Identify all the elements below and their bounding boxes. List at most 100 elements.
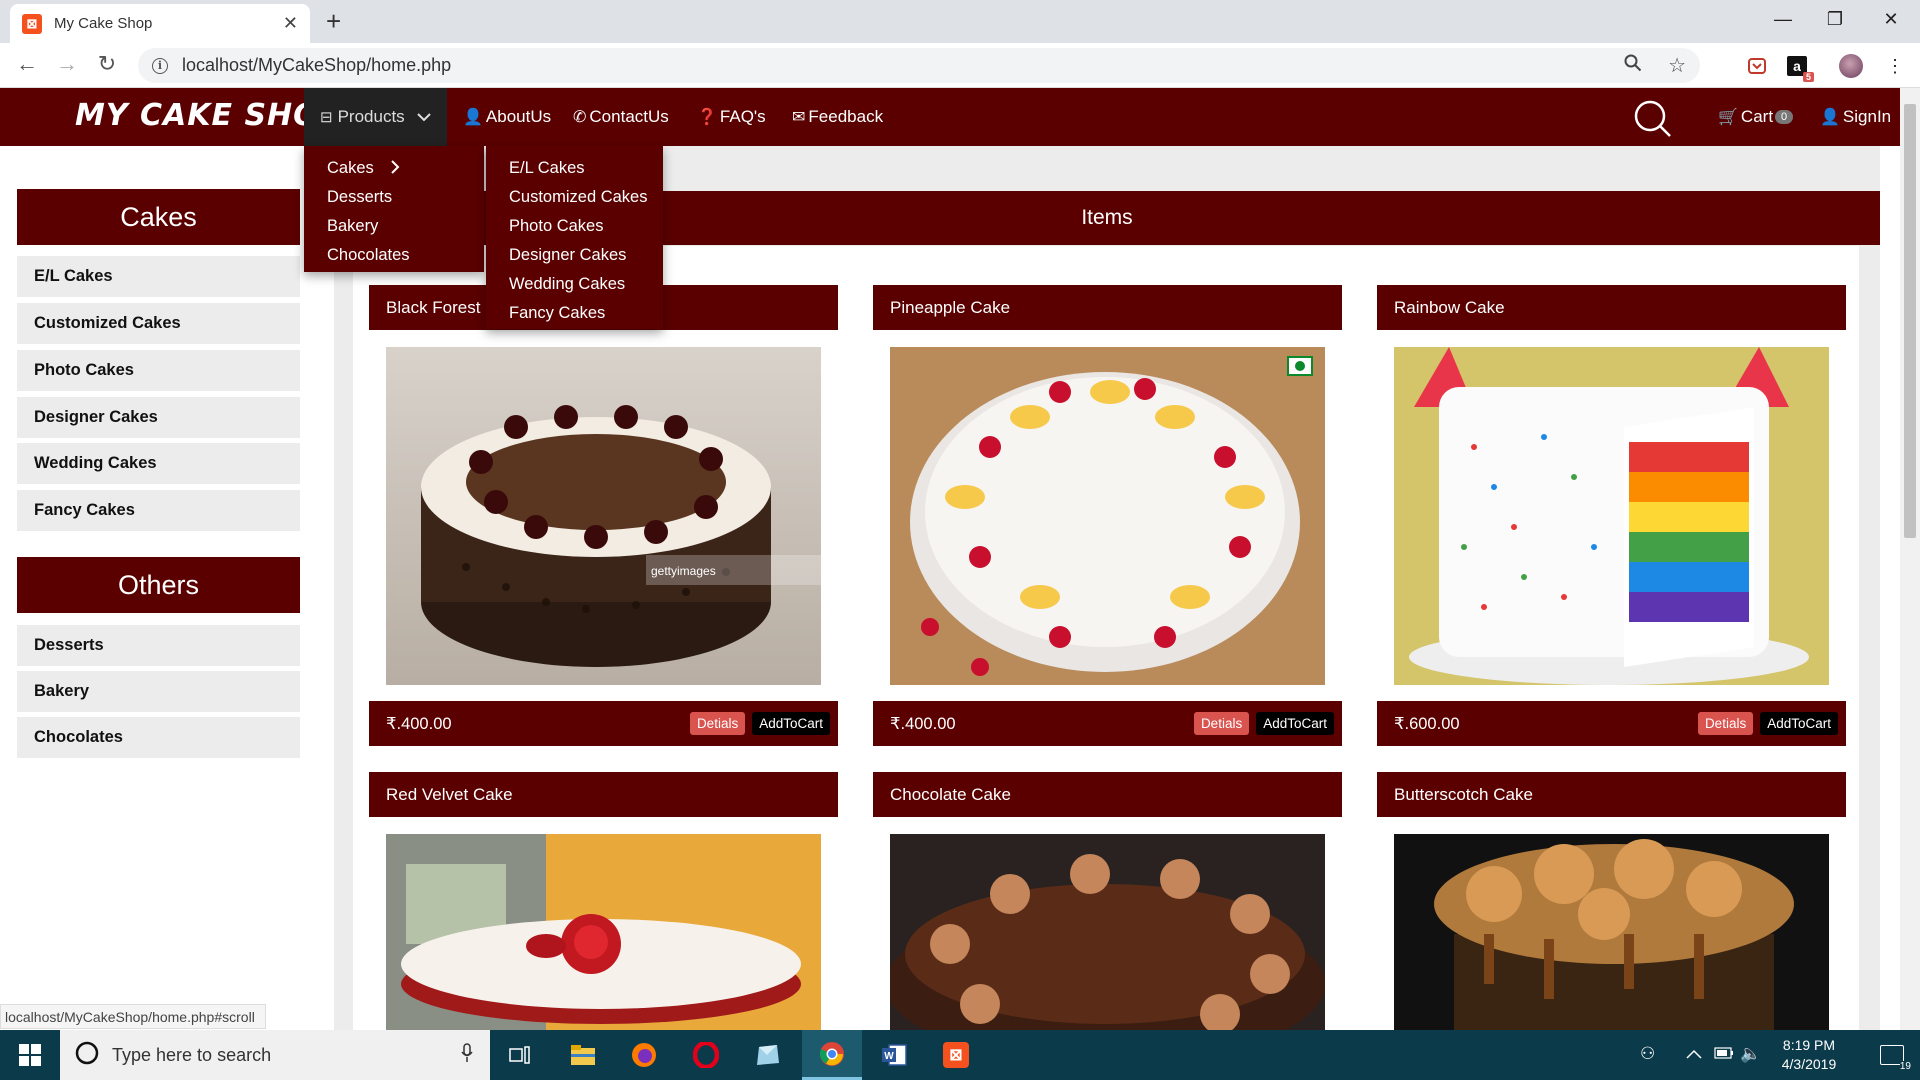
product-image-chocolate-cake[interactable]	[890, 834, 1325, 1030]
chevron-up-icon[interactable]	[1686, 1044, 1702, 1064]
app-icon[interactable]	[738, 1030, 798, 1080]
new-tab-icon[interactable]: +	[326, 6, 341, 37]
question-icon: ❓	[697, 109, 717, 126]
cortana-icon	[74, 1040, 100, 1071]
amazon-extension-icon[interactable]: a 5	[1784, 53, 1814, 82]
site-info-icon[interactable]: i	[152, 57, 168, 74]
sidebar-item-bakery[interactable]: Bakery	[17, 671, 300, 714]
battery-icon[interactable]	[1714, 1044, 1734, 1064]
sidebar-item-chocolates[interactable]: Chocolates	[17, 717, 300, 760]
nav-signin-link[interactable]: 👤 SignIn	[1820, 88, 1891, 146]
cakes-submenu: E/L Cakes Customized Cakes Photo Cakes D…	[486, 146, 663, 329]
task-view-icon[interactable]	[490, 1030, 550, 1080]
word-icon[interactable]: W	[864, 1030, 924, 1080]
sidebar-item-designer-cakes[interactable]: Designer Cakes	[17, 397, 300, 440]
pocket-extension-icon[interactable]	[1744, 53, 1770, 79]
nav-about-link[interactable]: 👤 AboutUs	[463, 88, 551, 146]
submenu-item-designer-cakes[interactable]: Designer Cakes	[486, 241, 663, 270]
minimize-icon[interactable]: —	[1754, 0, 1812, 38]
nav-faq-label: FAQ's	[719, 107, 766, 126]
opera-icon[interactable]	[676, 1030, 736, 1080]
nav-cart-link[interactable]: 🛒 Cart 0	[1718, 88, 1794, 146]
microphone-icon[interactable]	[460, 1042, 474, 1068]
volume-icon[interactable]: 🔈	[1740, 1044, 1761, 1064]
nav-contact-link[interactable]: ✆ ContactUs	[573, 88, 669, 146]
product-image-pineapple-cake[interactable]	[890, 347, 1325, 685]
product-image-butterscotch-cake[interactable]	[1394, 834, 1829, 1030]
submenu-item-wedding-cakes[interactable]: Wedding Cakes	[486, 270, 663, 299]
back-icon[interactable]: ←	[12, 51, 42, 77]
close-tab-icon[interactable]: ✕	[283, 13, 298, 34]
product-image-red-velvet-cake[interactable]	[386, 834, 821, 1030]
sidebar-item-desserts[interactable]: Desserts	[17, 625, 300, 668]
maximize-icon[interactable]: ❐	[1806, 0, 1864, 38]
details-button[interactable]: Detials	[1697, 712, 1754, 735]
tab-title: My Cake Shop	[54, 15, 153, 32]
clock-time: 8:19 PM	[1782, 1037, 1836, 1053]
url-text[interactable]: localhost/MyCakeShop/home.php	[182, 55, 1624, 76]
forward-icon[interactable]: →	[52, 51, 82, 77]
add-to-cart-button[interactable]: AddToCart	[1256, 712, 1334, 735]
nav-contact-label: ContactUs	[589, 107, 669, 126]
reload-icon[interactable]: ↻	[92, 51, 122, 77]
submenu-item-fancy-cakes[interactable]: Fancy Cakes	[486, 299, 663, 328]
chrome-icon[interactable]	[802, 1030, 862, 1080]
zoom-icon[interactable]	[1624, 54, 1642, 78]
nav-faq-link[interactable]: ❓ FAQ's	[697, 88, 766, 146]
product-footer: ₹.600.00 Detials AddToCart	[1377, 701, 1846, 746]
profile-avatar[interactable]	[1838, 53, 1864, 79]
details-button[interactable]: Detials	[689, 712, 746, 735]
taskbar-search-box[interactable]: Type here to search	[60, 1030, 490, 1080]
people-icon[interactable]: ⚇	[1640, 1044, 1655, 1064]
nav-signin-label: SignIn	[1842, 107, 1892, 126]
windows-start-icon[interactable]	[0, 1030, 60, 1080]
nav-feedback-label: Feedback	[808, 107, 884, 126]
nav-feedback-link[interactable]: ✉ Feedback	[792, 88, 883, 146]
menu-item-chocolates[interactable]: Chocolates	[304, 241, 484, 270]
product-title: Rainbow Cake	[1377, 285, 1846, 330]
add-to-cart-button[interactable]: AddToCart	[752, 712, 830, 735]
notification-center-icon[interactable]: 19	[1862, 1030, 1920, 1080]
browser-menu-icon[interactable]: ⋮	[1882, 53, 1908, 79]
submenu-item-photo-cakes[interactable]: Photo Cakes	[486, 212, 663, 241]
close-window-icon[interactable]: ✕	[1862, 0, 1920, 38]
menu-item-bakery[interactable]: Bakery	[304, 212, 484, 241]
chevron-right-icon	[390, 158, 400, 179]
sidebar-item-customized-cakes[interactable]: Customized Cakes	[17, 303, 300, 346]
image-watermark: gettyimages	[651, 564, 716, 578]
submenu-item-el-cakes[interactable]: E/L Cakes	[486, 154, 663, 183]
sidebar-item-photo-cakes[interactable]: Photo Cakes	[17, 350, 300, 393]
nav-products-label: Products	[337, 107, 405, 126]
sidebar-item-wedding-cakes[interactable]: Wedding Cakes	[17, 443, 300, 486]
bookmark-star-icon[interactable]: ☆	[1668, 53, 1686, 78]
search-icon[interactable]	[1630, 96, 1674, 140]
product-image-rainbow-cake[interactable]	[1394, 347, 1829, 685]
submenu-item-customized-cakes[interactable]: Customized Cakes	[486, 183, 663, 212]
add-to-cart-button[interactable]: AddToCart	[1760, 712, 1838, 735]
phone-icon: ✆	[573, 109, 587, 126]
windows-taskbar: Type here to search W ⊠ ⚇ 🔈 8:19 PM 4/3/…	[0, 1030, 1920, 1080]
product-image-black-forest[interactable]: gettyimages	[386, 347, 821, 685]
file-explorer-icon[interactable]	[553, 1030, 613, 1080]
nav-products-dropdown[interactable]: ⊟ Products	[304, 88, 447, 146]
xampp-taskbar-icon[interactable]: ⊠	[926, 1030, 986, 1080]
firefox-icon[interactable]	[614, 1030, 674, 1080]
sidebar-item-fancy-cakes[interactable]: Fancy Cakes	[17, 490, 300, 533]
address-bar[interactable]: i localhost/MyCakeShop/home.php ☆	[138, 48, 1700, 83]
xampp-icon: ⊠	[22, 13, 42, 34]
notification-count: 19	[1899, 1061, 1911, 1072]
browser-tab-bar: ⊠ My Cake Shop ✕ + — ❐ ✕	[0, 0, 1920, 43]
browser-tab[interactable]: ⊠ My Cake Shop ✕	[10, 4, 310, 43]
menu-item-desserts[interactable]: Desserts	[304, 183, 484, 212]
product-title: Red Velvet Cake	[369, 772, 838, 817]
site-logo[interactable]: MY CAKE SHOP	[75, 98, 343, 133]
menu-item-cakes-label: Cakes	[327, 159, 374, 177]
sidebar-others-heading: Others	[17, 557, 300, 613]
scrollbar-thumb[interactable]	[1904, 104, 1916, 538]
details-button[interactable]: Detials	[1193, 712, 1250, 735]
taskbar-clock[interactable]: 8:19 PM 4/3/2019	[1764, 1036, 1854, 1074]
sidebar-item-el-cakes[interactable]: E/L Cakes	[17, 256, 300, 299]
menu-item-cakes[interactable]: Cakes	[304, 154, 484, 183]
product-price: ₹.400.00	[386, 714, 452, 733]
chevron-down-icon	[416, 107, 431, 127]
